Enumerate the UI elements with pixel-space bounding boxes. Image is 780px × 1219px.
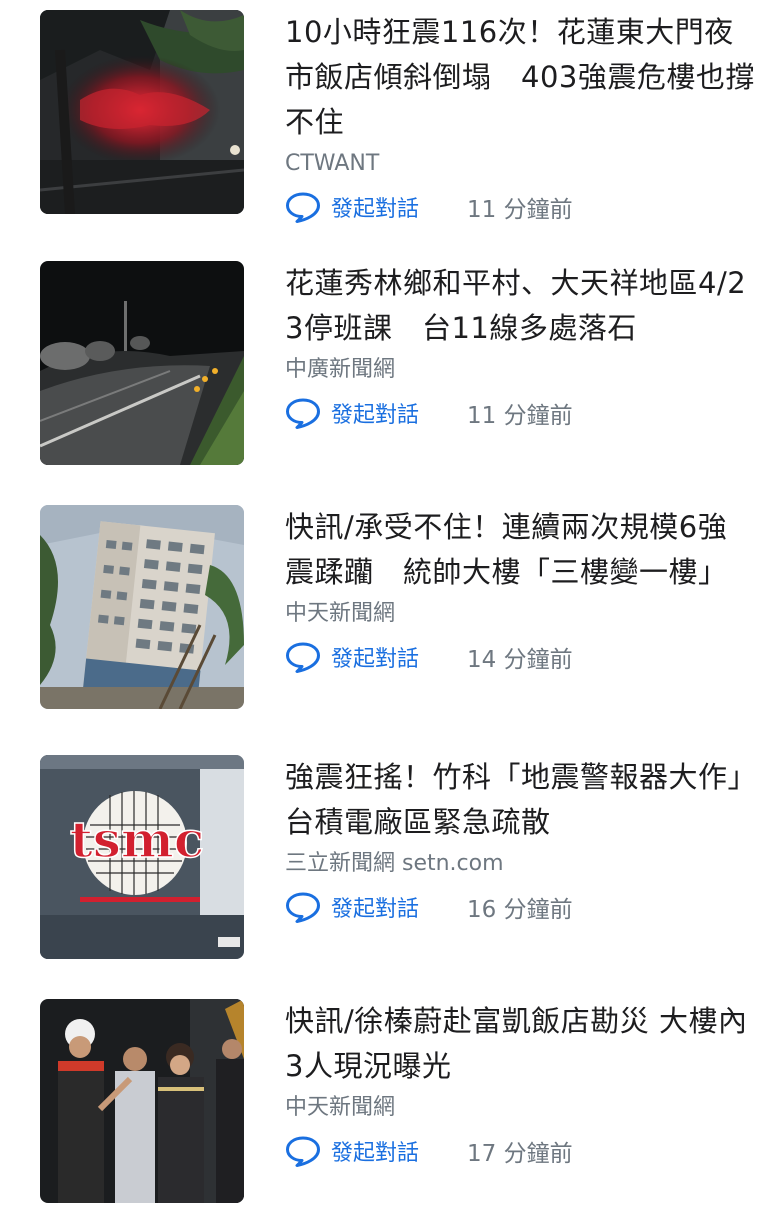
chat-bubble-icon	[286, 1136, 320, 1167]
start-conversation-button[interactable]: 發起對話	[285, 191, 419, 223]
chat-bubble-icon	[286, 642, 320, 673]
timestamp: 11 分鐘前	[467, 197, 573, 223]
tsmc-logo-text: tsmc	[70, 810, 205, 869]
news-meta: 發起對話 17 分鐘前	[285, 1131, 755, 1171]
start-conversation-label: 發起對話	[331, 897, 420, 922]
start-conversation-label: 發起對話	[331, 197, 420, 222]
news-source: 三立新聞網 setn.com	[285, 851, 504, 876]
chat-bubble-icon	[286, 192, 320, 223]
timestamp: 17 分鐘前	[467, 1141, 573, 1167]
timestamp: 14 分鐘前	[467, 647, 573, 673]
news-meta: 發起對話 16 分鐘前	[285, 887, 755, 927]
news-headline[interactable]: 快訊/徐榛蔚赴富凱飯店勘災 大樓內3人現況曝光	[285, 999, 755, 1089]
news-meta: 發起對話 11 分鐘前	[285, 393, 755, 433]
news-source: 中廣新聞網	[285, 357, 396, 382]
collapsed-building-night-photo[interactable]	[40, 10, 244, 214]
news-meta: 發起對話 14 分鐘前	[285, 637, 755, 677]
news-headline[interactable]: 強震狂搖！竹科「地震警報器大作」 台積電廠區緊急疏散	[285, 755, 772, 845]
news-headline[interactable]: 花蓮秀林鄉和平村、大天祥地區4/23停班課 台11線多處落石	[285, 261, 755, 351]
road-rockfall-night-photo[interactable]	[40, 261, 244, 465]
news-source: 中天新聞網	[285, 1095, 396, 1120]
start-conversation-button[interactable]: 發起對話	[285, 641, 419, 673]
chat-bubble-icon	[286, 892, 320, 923]
start-conversation-label: 發起對話	[331, 403, 420, 428]
timestamp: 16 分鐘前	[467, 897, 573, 923]
timestamp: 11 分鐘前	[467, 403, 573, 429]
start-conversation-button[interactable]: 發起對話	[285, 397, 419, 429]
tilted-hotel-building-photo[interactable]	[40, 505, 244, 709]
tsmc-logo-sign-photo[interactable]: tsmc	[40, 755, 244, 959]
news-headline[interactable]: 快訊/承受不住！連續兩次規模6強震蹂躪 統帥大樓「三樓變一樓」	[285, 505, 755, 595]
start-conversation-button[interactable]: 發起對話	[285, 1135, 419, 1167]
start-conversation-button[interactable]: 發起對話	[285, 891, 419, 923]
chat-bubble-icon	[286, 398, 320, 429]
start-conversation-label: 發起對話	[331, 647, 420, 672]
start-conversation-label: 發起對話	[331, 1141, 420, 1166]
news-source: 中天新聞網	[285, 601, 396, 626]
officials-inspection-photo[interactable]	[40, 999, 244, 1203]
news-headline[interactable]: 10小時狂震116次！花蓮東大門夜市飯店傾斜倒塌 403強震危樓也撐不住	[285, 10, 755, 145]
news-source: CTWANT	[285, 151, 380, 176]
news-meta: 發起對話 11 分鐘前	[285, 187, 755, 227]
